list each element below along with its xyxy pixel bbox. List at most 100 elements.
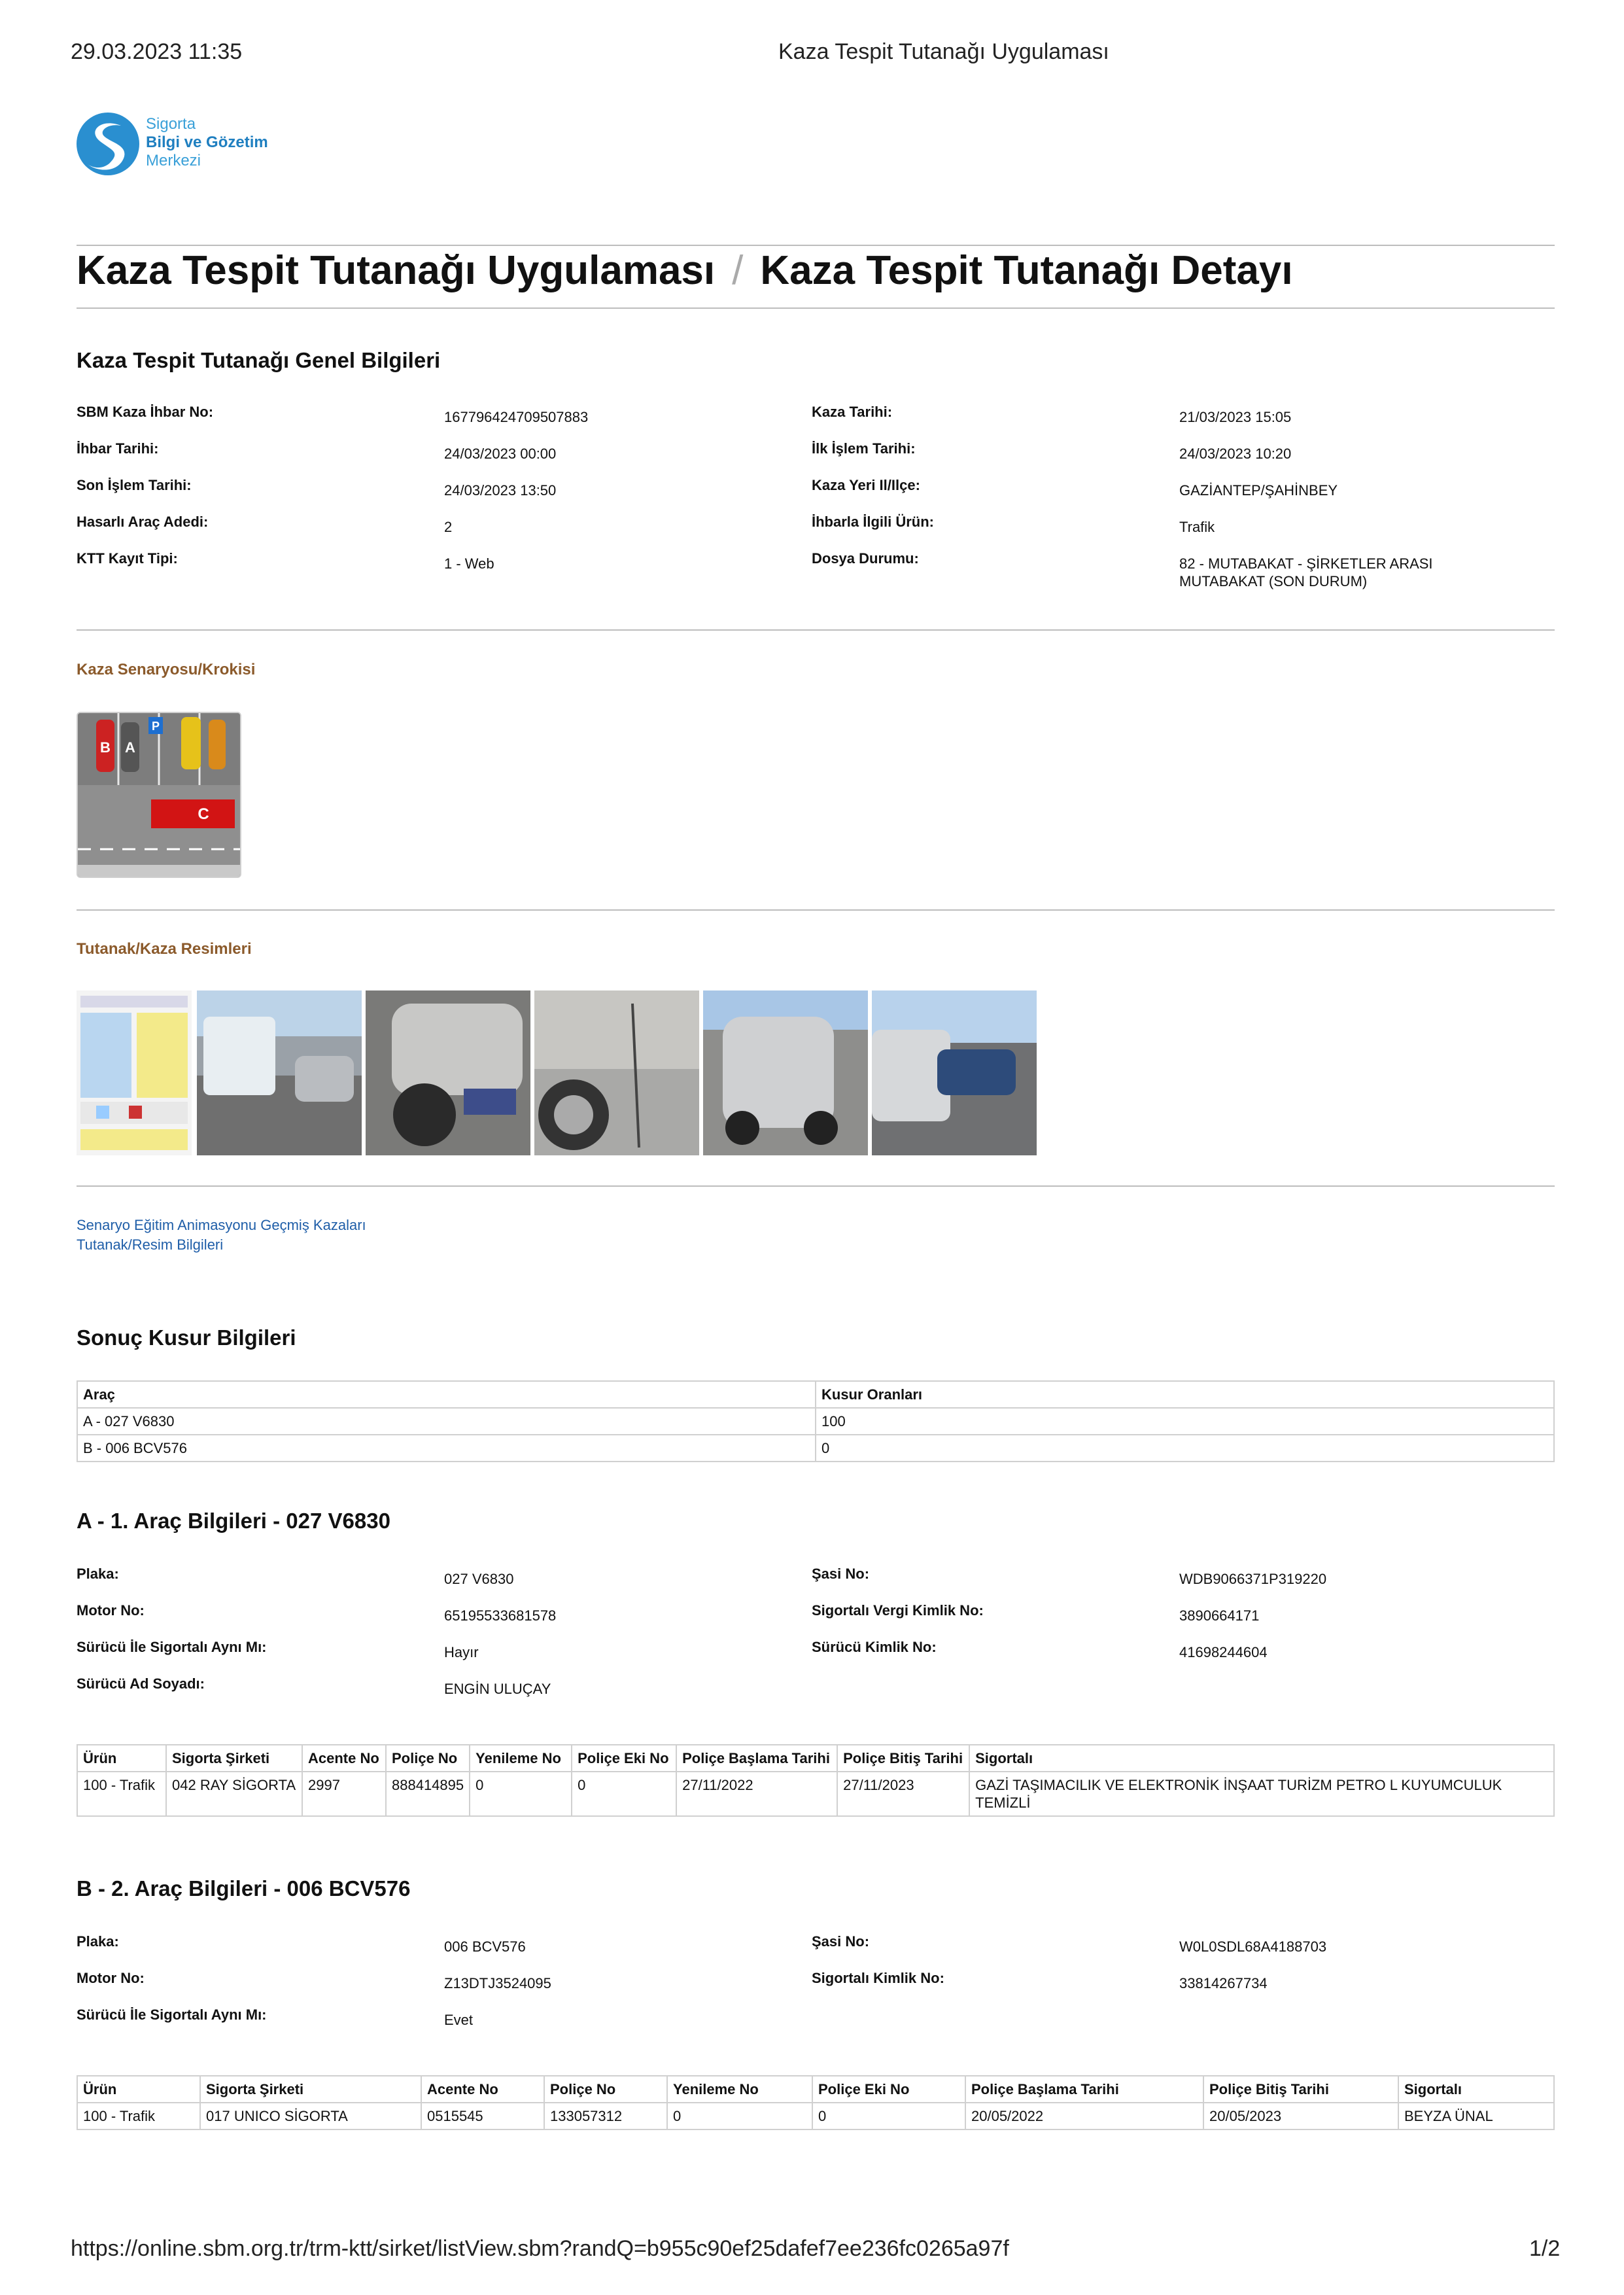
print-datetime: 29.03.2023 11:35	[71, 39, 243, 64]
table-header-row: Ürün Sigorta Şirketi Acente No Poliçe No…	[77, 2075, 1555, 2103]
field-label: İhbarla İlgili Ürün:	[812, 514, 935, 530]
table-cell: 27/11/2022	[676, 1771, 838, 1817]
vehicle-b-row: Plaka: 006 BCV576 Şasi No: W0L0SDL68A418870…	[77, 1933, 1555, 1969]
field-value: 3890664171	[1179, 1607, 1260, 1624]
field-label: Son İşlem Tarihi:	[77, 477, 192, 493]
vehicle-a-policy-table: Ürün Sigorta Şirketi Acente No Poliçe No…	[77, 1744, 1555, 1817]
photo-thumbnail-damage-front[interactable]	[366, 990, 530, 1155]
column-header: Poliçe Eki No	[571, 1744, 678, 1772]
table-cell: 100 - Trafik	[77, 1771, 167, 1817]
field-value: 82 - MUTABAKAT - ŞİRKETLER ARASI MUTABAK…	[1179, 555, 1433, 589]
field-value: Trafik	[1179, 519, 1215, 535]
vehicle-a-row: Plaka: 027 V6830 Şasi No: WDB9066371P319220	[77, 1565, 1555, 1602]
table-cell: 133057312	[544, 2102, 668, 2130]
sbm-logo-icon	[77, 113, 139, 175]
column-header: Poliçe Eki No	[812, 2075, 966, 2103]
table-header-row: Ürün Sigorta Şirketi Acente No Poliçe No…	[77, 1744, 1555, 1772]
table-cell: 100 - Trafik	[77, 2102, 201, 2130]
vehicle-a-grid: Plaka: 027 V6830 Şasi No: WDB9066371P319220…	[77, 1565, 1555, 1711]
column-header: Kusur Oranları	[815, 1380, 1555, 1409]
sbm-logo: Sigorta Bilgi ve Gözetim Merkezi	[75, 111, 285, 183]
field-value: 41698244604	[1179, 1644, 1268, 1660]
field-label: Şasi No:	[812, 1566, 870, 1582]
collision-image	[872, 990, 1037, 1155]
table-cell: 0	[666, 2102, 813, 2130]
sketch-label-b: B	[100, 739, 111, 756]
table-cell: 888414895	[385, 1771, 471, 1817]
field-label: Hasarlı Araç Adedi:	[77, 514, 209, 530]
general-info-heading: Kaza Tespit Tutanağı Genel Bilgileri	[77, 348, 441, 372]
table-cell: B - 006 BCV576	[77, 1434, 816, 1462]
photo-thumbnail-form[interactable]	[77, 990, 192, 1155]
field-value: 006 BCV576	[444, 1938, 526, 1955]
photo-thumbnail-collision[interactable]	[872, 990, 1037, 1155]
accident-scene-image	[197, 990, 362, 1155]
divider	[77, 629, 1555, 631]
field-label: Sigortalı Kimlik No:	[812, 1970, 944, 1986]
field-label: Dosya Durumu:	[812, 550, 919, 567]
table-cell: 0	[469, 1771, 573, 1817]
field-value: W0L0SDL68A4188703	[1179, 1938, 1327, 1955]
title-bottom-rule	[77, 307, 1555, 309]
title-detail: Kaza Tespit Tutanağı Detayı	[760, 248, 1293, 293]
field-value: GAZİANTEP/ŞAHİNBEY	[1179, 482, 1338, 499]
field-label: Plaka:	[77, 1933, 119, 1950]
column-header: Poliçe Bitiş Tarihi	[1203, 2075, 1399, 2103]
vehicle-b-row: Motor No: Z13DTJ3524095 Sigortalı Kimlik N…	[77, 1969, 1555, 2006]
field-label: Şasi No:	[812, 1933, 870, 1950]
logo-line-3: Merkezi	[146, 152, 201, 169]
column-header: Sigorta Şirketi	[165, 1744, 303, 1772]
divider	[77, 909, 1555, 911]
general-row: Hasarlı Araç Adedi: 2 İhbarla İlgili Ürün:…	[77, 513, 1555, 550]
column-header: Ürün	[77, 2075, 201, 2103]
table-cell: 20/05/2022	[965, 2102, 1204, 2130]
field-value: 24/03/2023 13:50	[444, 482, 557, 499]
table-row: 100 - Trafik 017 UNICO SİGORTA 0515545 1…	[77, 2102, 1555, 2130]
vehicle-b-grid: Plaka: 006 BCV576 Şasi No: W0L0SDL68A418870…	[77, 1933, 1555, 2042]
general-row: KTT Kayıt Tipi: 1 - Web Dosya Durumu: 82 - …	[77, 550, 1555, 589]
field-value: Evet	[444, 2012, 474, 2028]
fault-table: Araç Kusur Oranları A - 027 V6830 100 B -…	[77, 1380, 1555, 1462]
column-header: Poliçe Başlama Tarihi	[676, 1744, 838, 1772]
field-value: 24/03/2023 00:00	[444, 446, 557, 462]
column-header: Araç	[77, 1380, 816, 1409]
photo-thumbnail-scene[interactable]	[197, 990, 362, 1155]
column-header: Ürün	[77, 1744, 167, 1772]
sketch-label-c: C	[198, 805, 209, 823]
vehicle-a-row: Sürücü İle Sigortalı Aynı Mı: Hayır Sürücü…	[77, 1638, 1555, 1675]
vehicle-b-heading: B - 2. Araç Bilgileri - 006 BCV576	[77, 1876, 411, 1901]
car-rear-image	[703, 990, 868, 1155]
table-cell: 0515545	[421, 2102, 545, 2130]
general-row: Son İşlem Tarihi: 24/03/2023 13:50 Kaza Ye…	[77, 476, 1555, 513]
field-value: Z13DTJ3524095	[444, 1975, 551, 1991]
table-cell: BEYZA ÜNAL	[1398, 2102, 1555, 2130]
column-header: Yenileme No	[666, 2075, 813, 2103]
field-value: 24/03/2023 10:20	[1179, 446, 1292, 462]
field-label: Motor No:	[77, 1602, 145, 1619]
field-label: Kaza Tarihi:	[812, 404, 893, 420]
field-label: Motor No:	[77, 1970, 145, 1986]
photo-thumbnail-car-rear[interactable]	[703, 990, 868, 1155]
animation-history-link[interactable]: Senaryo Eğitim Animasyonu Geçmiş Kazalar…	[77, 1217, 366, 1234]
accident-sketch-thumbnail[interactable]: P B A C	[77, 712, 241, 878]
table-cell: 0	[571, 1771, 678, 1817]
column-header: Acente No	[421, 2075, 545, 2103]
vehicle-b-policy-table: Ürün Sigorta Şirketi Acente No Poliçe No…	[77, 2075, 1555, 2130]
field-label: Sürücü Kimlik No:	[812, 1639, 937, 1655]
field-label: İlk İşlem Tarihi:	[812, 440, 916, 457]
general-row: SBM Kaza İhbar No: 167796424709507883 Kaza…	[77, 403, 1555, 440]
logo-line-2: Bilgi ve Gözetim	[146, 133, 268, 151]
column-header: Sigorta Şirketi	[199, 2075, 422, 2103]
column-header: Poliçe No	[544, 2075, 668, 2103]
table-cell: 20/05/2023	[1203, 2102, 1399, 2130]
table-cell: 0	[812, 2102, 966, 2130]
logo-line-1: Sigorta	[146, 115, 196, 133]
table-cell: 042 RAY SİGORTA	[165, 1771, 303, 1817]
field-label: Sürücü İle Sigortalı Aynı Mı:	[77, 1639, 267, 1655]
vehicle-b-row: Sürücü İle Sigortalı Aynı Mı: Evet	[77, 2006, 1555, 2042]
photo-thumbnail-damage-side[interactable]	[534, 990, 699, 1155]
title-separator: /	[732, 248, 744, 293]
report-image-info-link[interactable]: Tutanak/Resim Bilgileri	[77, 1236, 223, 1253]
divider	[77, 1185, 1555, 1187]
column-header: Poliçe No	[385, 1744, 471, 1772]
